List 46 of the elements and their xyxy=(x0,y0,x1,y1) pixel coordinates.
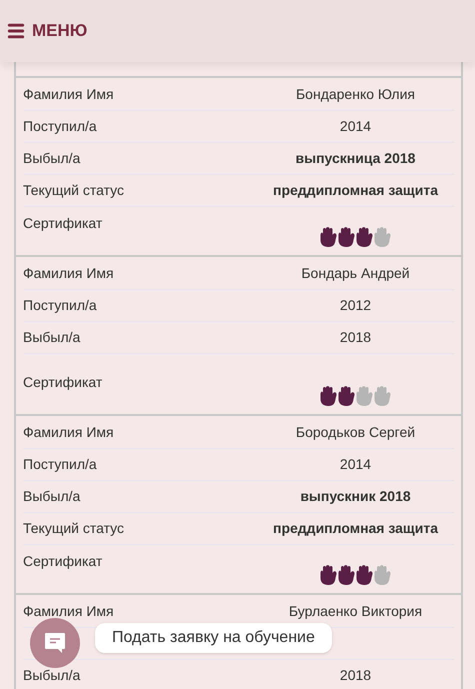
row-value: 2018 xyxy=(338,666,372,685)
row-value: преддипломная защита xyxy=(272,181,440,200)
row-value: 2014 xyxy=(338,455,372,474)
hand-icon xyxy=(338,565,355,585)
row-label: Поступил/а xyxy=(23,296,98,315)
row-value: выпускник 2018 xyxy=(299,487,412,506)
chat-icon xyxy=(43,631,67,655)
hand-icon xyxy=(320,227,337,247)
row-label: Текущий статус xyxy=(23,519,126,538)
hand-icon xyxy=(374,386,391,406)
row-label: Выбыл/а xyxy=(23,666,82,685)
menu-icon[interactable] xyxy=(6,21,26,41)
row-label: Выбыл/а xyxy=(23,328,82,347)
chat-button[interactable] xyxy=(30,618,80,668)
chat-label[interactable]: Подать заявку на обучение xyxy=(95,623,332,653)
row-value: Бондаренко Юлия xyxy=(294,85,416,104)
row-value: 2012 xyxy=(338,296,372,315)
hand-icon xyxy=(356,386,373,406)
row-value: Бондарь Андрей xyxy=(300,264,411,283)
hand-icon xyxy=(374,227,391,247)
row-label: Сертификат xyxy=(23,214,104,233)
row-value: Бурлаенко Виктория xyxy=(288,602,424,621)
row-label: Сертификат xyxy=(23,552,104,571)
row-value: преддипломная защита xyxy=(272,519,440,538)
row-label: Поступил/а xyxy=(23,117,98,136)
row-value: 2014 xyxy=(338,117,372,136)
hand-icon xyxy=(338,386,355,406)
hand-icon xyxy=(374,565,391,585)
row-label: Сертификат xyxy=(23,373,104,392)
hand-icon xyxy=(338,227,355,247)
row-value: выпускница 2018 xyxy=(294,149,416,168)
menu-label[interactable]: МЕНЮ xyxy=(32,18,88,44)
hand-icon xyxy=(356,565,373,585)
row-value: Бородьков Сергей xyxy=(294,423,416,442)
row-label: Фамилия Имя xyxy=(23,423,115,442)
row-label: Поступил/а xyxy=(23,455,98,474)
row-label: Текущий статус xyxy=(23,181,126,200)
row-label: Фамилия Имя xyxy=(23,602,115,621)
row-label: Выбыл/а xyxy=(23,487,82,506)
hand-icon xyxy=(320,386,337,406)
hand-icon xyxy=(356,227,373,247)
row-label: Выбыл/а xyxy=(23,149,82,168)
row-label: Фамилия Имя xyxy=(23,264,115,283)
row-label: Фамилия Имя xyxy=(23,85,115,104)
row-value: 2018 xyxy=(338,328,372,347)
hand-icon xyxy=(320,565,337,585)
